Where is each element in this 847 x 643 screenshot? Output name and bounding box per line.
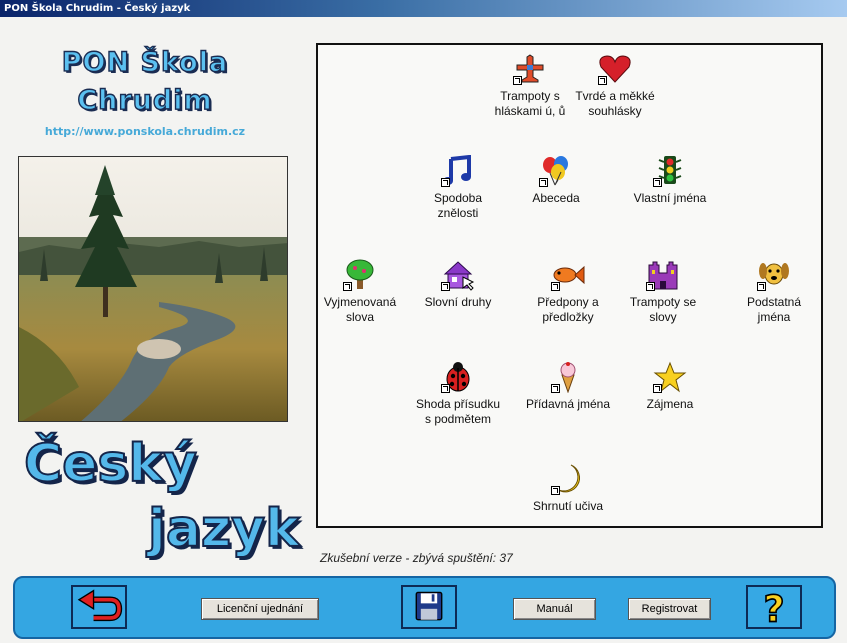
- subject-title-line1: Český: [23, 434, 198, 494]
- topic-pridavna-jmena[interactable]: Přídavná jména: [523, 361, 613, 412]
- castle-icon: [646, 259, 680, 291]
- topic-label: Trampoty se slovy: [629, 295, 697, 324]
- window-title-bar: PON Škola Chrudim - Český jazyk: [0, 0, 847, 17]
- topic-label: Shoda přísudku s podmětem: [415, 397, 501, 426]
- topic-podstatna-jmena[interactable]: Podstatná jména: [729, 259, 819, 325]
- moon-icon: [551, 463, 585, 495]
- school-name-line2: Chrudim: [77, 84, 213, 116]
- topic-shrnuti[interactable]: Shrnutí učiva: [523, 463, 613, 514]
- house-icon: [441, 259, 475, 291]
- trial-status-text: Zkušební verze - zbývá spuštění: 37: [320, 551, 513, 565]
- school-name-line1: PON Škola: [61, 46, 229, 78]
- airplane-icon: [513, 53, 547, 85]
- topic-spodoba[interactable]: Spodoba znělosti: [413, 155, 503, 221]
- question-mark-icon: ?: [763, 587, 786, 627]
- topic-label: Tvrdé a měkké souhlásky: [575, 89, 655, 118]
- topic-vlastni-jmena[interactable]: Vlastní jména: [625, 155, 715, 206]
- ladybug-icon: [441, 361, 475, 393]
- manual-button[interactable]: Manuál: [513, 598, 596, 620]
- topic-label: Shrnutí učiva: [532, 499, 604, 513]
- school-url: http://www.ponskola.chrudim.cz: [44, 125, 246, 138]
- topic-tvrde-mekke[interactable]: Tvrdé a měkké souhlásky: [570, 53, 660, 119]
- help-button[interactable]: ?: [746, 585, 802, 629]
- topic-vyjmenovana-slova[interactable]: Vyjmenovaná slova: [315, 259, 405, 325]
- subject-title-line2: jazyk: [147, 499, 301, 559]
- back-arrow-icon: [77, 589, 123, 622]
- topic-label: Vlastní jména: [633, 191, 707, 205]
- topic-predpony[interactable]: Předpony a předložky: [523, 259, 613, 325]
- ice-cream-icon: [551, 361, 585, 393]
- license-button[interactable]: Licenční ujednání: [201, 598, 319, 620]
- floppy-disk-icon: [415, 591, 443, 621]
- save-button[interactable]: [401, 585, 457, 629]
- fish-icon: [551, 259, 585, 291]
- topic-label: Abeceda: [532, 191, 580, 205]
- topic-zajmena[interactable]: Zájmena: [625, 361, 715, 412]
- traffic-light-icon: [653, 155, 687, 187]
- topic-label: Zájmena: [646, 397, 694, 411]
- topic-label: Předpony a předložky: [537, 295, 599, 324]
- topic-label: Slovní druhy: [424, 295, 492, 309]
- topic-label: Spodoba znělosti: [433, 191, 483, 220]
- topic-shoda[interactable]: Shoda přísudku s podmětem: [413, 361, 503, 427]
- topic-label: Trampoty s hláskami ú, ů: [494, 89, 566, 118]
- tree-icon: [343, 259, 377, 291]
- topic-slovni-druhy[interactable]: Slovní druhy: [413, 259, 503, 310]
- topic-abeceda[interactable]: Abeceda: [511, 155, 601, 206]
- heart-icon: [598, 53, 632, 85]
- register-button[interactable]: Registrovat: [628, 598, 711, 620]
- music-note-icon: [441, 155, 475, 187]
- topic-label: Vyjmenovaná slova: [323, 295, 397, 324]
- topic-trampoty-hlasky[interactable]: Trampoty s hláskami ú, ů: [485, 53, 575, 119]
- dog-icon: [757, 259, 791, 291]
- star-icon: [653, 361, 687, 393]
- topic-trampoty-slovy[interactable]: Trampoty se slovy: [618, 259, 708, 325]
- topic-label: Přídavná jména: [525, 397, 611, 411]
- svg-text:?: ?: [763, 588, 784, 627]
- landscape-photo: [18, 156, 288, 422]
- topics-panel: Trampoty s hláskami ú, ů Tvrdé a měkké s…: [316, 43, 823, 528]
- balloons-icon: [539, 155, 573, 187]
- back-button[interactable]: [71, 585, 127, 629]
- bottom-toolbar: Licenční ujednání Manuál Registrovat ?: [13, 576, 836, 639]
- topic-label: Podstatná jména: [746, 295, 802, 324]
